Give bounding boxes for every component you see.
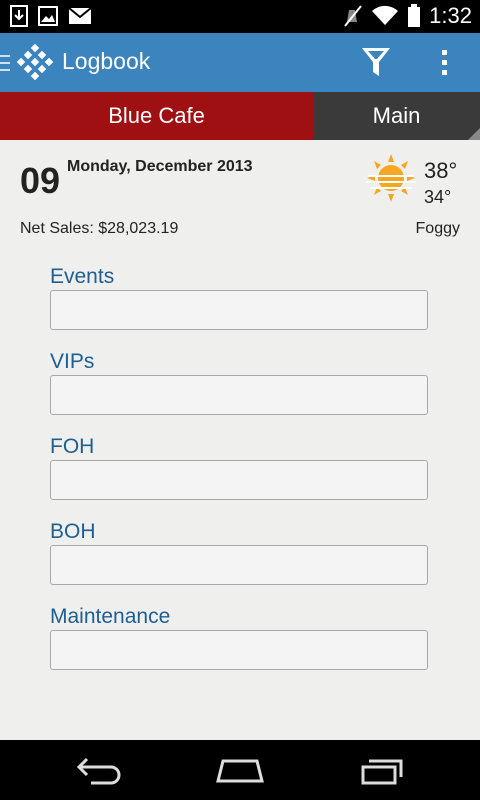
tab-main[interactable]: Main — [313, 92, 480, 140]
overflow-menu-icon — [442, 50, 447, 75]
tab-blue-cafe[interactable]: Blue Cafe — [0, 92, 313, 140]
home-icon — [216, 759, 264, 783]
image-icon — [38, 6, 58, 26]
nav-drawer-button[interactable] — [0, 33, 58, 92]
system-nav-bar — [0, 740, 480, 800]
home-button[interactable] — [208, 750, 272, 790]
wifi-icon — [372, 5, 399, 25]
overflow-menu-button[interactable] — [430, 41, 460, 85]
back-icon — [76, 757, 121, 785]
filter-icon — [362, 48, 390, 76]
net-sales: Net Sales: $28,023.19 — [20, 220, 179, 237]
location-tabs: Blue Cafe Main — [0, 92, 480, 140]
maintenance-field[interactable] — [50, 630, 428, 670]
logbook-content: 09 Monday, December 2013 38° 34° Net Sal… — [0, 140, 480, 740]
date-label: Monday, December 2013 — [67, 158, 253, 175]
back-button[interactable] — [68, 750, 132, 790]
boh-field[interactable] — [50, 545, 428, 585]
recent-apps-button[interactable] — [350, 750, 414, 790]
vips-field[interactable] — [50, 375, 428, 415]
boh-label: BOH — [50, 520, 96, 543]
foh-field[interactable] — [50, 460, 428, 500]
temp-high: 38° — [424, 158, 458, 183]
temp-low: 34° — [424, 187, 452, 207]
events-label: Events — [50, 265, 115, 288]
tab-label: Blue Cafe — [108, 103, 205, 128]
download-icon — [10, 5, 28, 27]
vips-label: VIPs — [50, 350, 95, 373]
events-field[interactable] — [50, 290, 428, 330]
status-bar: 1:32 — [0, 0, 480, 33]
foggy-sun-icon — [366, 154, 416, 202]
status-time: 1:32 — [429, 3, 472, 28]
gmail-icon — [68, 7, 92, 24]
foh-label: FOH — [50, 435, 95, 458]
app-bar: Logbook — [0, 33, 480, 92]
maintenance-label: Maintenance — [50, 605, 171, 628]
day-number: 09 — [20, 160, 61, 201]
filter-button[interactable] — [352, 41, 398, 85]
battery-icon — [408, 4, 421, 27]
app-title: Logbook — [62, 48, 151, 74]
mute-icon — [344, 5, 362, 27]
dropdown-corner-icon — [468, 128, 480, 140]
weather-condition: Foggy — [415, 220, 460, 237]
recent-apps-icon — [361, 759, 403, 785]
tab-label: Main — [372, 103, 421, 128]
hamburger-icon — [0, 55, 10, 71]
logbook-logo-icon — [16, 43, 54, 81]
